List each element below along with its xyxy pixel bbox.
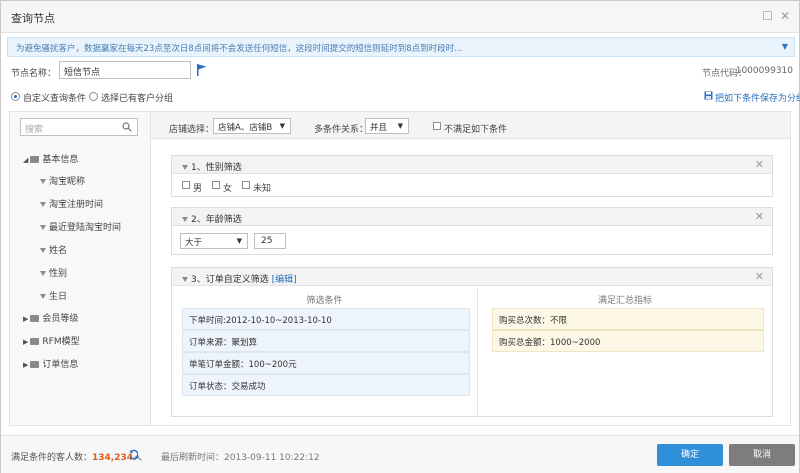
remove-filter-icon[interactable]: ✕	[755, 210, 764, 223]
confirm-button[interactable]: 确定	[657, 444, 723, 466]
column-divider	[477, 288, 478, 416]
save-as-group-link[interactable]: 把如下条件保存为分组	[715, 91, 800, 104]
filter-icon	[40, 179, 46, 184]
filter-icon	[40, 271, 46, 276]
expand-triangle-icon[interactable]: ▶	[23, 338, 28, 346]
refresh-icon[interactable]	[129, 449, 139, 460]
tree-item-nickname[interactable]: 淘宝昵称	[40, 174, 85, 187]
custom-condition-radio[interactable]	[11, 92, 20, 101]
customer-count-value: 134,234	[92, 453, 134, 463]
conditions-header: 筛选条件	[306, 296, 343, 306]
tree-group-member-level[interactable]: ▶ 会员等级	[23, 311, 78, 324]
node-name-label: 节点名称：	[11, 69, 57, 79]
condition-row: 订单状态：交易成功	[182, 374, 470, 396]
filter-header: 1、性别筛选 ✕	[172, 156, 772, 174]
node-code-value: 1000099310	[735, 66, 793, 76]
tree-group-rfm[interactable]: ▶ RFM模型	[23, 334, 80, 347]
remove-filter-icon[interactable]: ✕	[755, 158, 764, 171]
existing-group-label[interactable]: 选择已有客户分组	[101, 91, 173, 104]
expand-triangle-icon[interactable]: ▶	[23, 315, 28, 323]
filter-age-box: 2、年龄筛选 ✕ 大于 ▼ 25	[171, 207, 773, 255]
customer-count: 满足条件的客人数：134,234人	[11, 453, 142, 463]
shop-select-label: 店铺选择：	[169, 125, 215, 135]
filter-icon	[182, 165, 188, 170]
gender-unknown-checkbox[interactable]	[242, 181, 250, 189]
filter-header: 3、订单自定义筛选 [编辑] ✕	[172, 268, 772, 286]
filter-icon	[182, 277, 188, 282]
filter-title: 2、年龄筛选	[182, 212, 242, 225]
gender-male-label[interactable]: 男	[193, 181, 202, 194]
metric-row: 购买总金额：1000~2000	[492, 330, 764, 352]
flag-icon[interactable]	[197, 64, 207, 76]
condition-row: 下单时间:2012-10-10~2013-10-10	[182, 308, 470, 330]
filter-icon	[40, 225, 46, 230]
filter-icon	[182, 217, 188, 222]
dropdown-caret-icon: ▼	[236, 237, 242, 245]
title-bar: 查询节点 ☐ ✕	[1, 1, 799, 33]
filter-gender-box: 1、性别筛选 ✕ 男 女 未知	[171, 155, 773, 197]
age-value-input[interactable]: 25	[254, 233, 286, 249]
collapse-triangle-icon[interactable]: ◢	[23, 156, 28, 164]
relation-label: 多条件关系：	[314, 125, 369, 135]
gender-unknown-label[interactable]: 未知	[253, 181, 271, 194]
search-input[interactable]: 搜索	[20, 118, 138, 136]
expand-triangle-icon[interactable]: ▶	[23, 361, 28, 369]
filter-icon	[40, 248, 46, 253]
remove-filter-icon[interactable]: ✕	[755, 270, 764, 283]
tree-group-order[interactable]: ▶ 订单信息	[23, 357, 78, 370]
dialog-title: 查询节点	[11, 12, 55, 25]
metric-row: 购买总次数：不限	[492, 308, 764, 330]
gender-male-checkbox[interactable]	[182, 181, 190, 189]
edit-filter-link[interactable]: [编辑]	[272, 275, 297, 285]
filter-icon	[40, 202, 46, 207]
filter-header: 2、年龄筛选 ✕	[172, 208, 772, 226]
condition-toolbar: 店铺选择： 店铺A、店铺B ▼ 多条件关系： 并且 ▼ 不满足如下条件	[151, 111, 791, 139]
age-operator-select[interactable]: 大于 ▼	[180, 233, 248, 249]
search-icon[interactable]	[122, 122, 132, 132]
negate-checkbox[interactable]	[433, 122, 441, 130]
filter-title: 1、性别筛选	[182, 160, 242, 173]
folder-icon	[30, 361, 40, 368]
notice-bar: 为避免骚扰客户，数据赢家在每天23点至次日8点间将不会发送任何短信，这段时间提交…	[7, 37, 795, 57]
save-icon[interactable]	[704, 91, 713, 100]
query-node-dialog: 查询节点 ☐ ✕ 为避免骚扰客户，数据赢家在每天23点至次日8点间将不会发送任何…	[0, 0, 800, 473]
shop-select[interactable]: 店铺A、店铺B ▼	[213, 118, 291, 134]
existing-group-radio[interactable]	[89, 92, 98, 101]
notice-text: 为避免骚扰客户，数据赢家在每天23点至次日8点间将不会发送任何短信，这段时间提交…	[16, 44, 463, 54]
field-tree-panel: 搜索 ◢ 基本信息 淘宝昵称 淘宝注册时间 最近登陆淘宝时间 姓名 性别 生日 ▶…	[9, 111, 151, 426]
folder-icon	[30, 338, 40, 345]
maximize-icon[interactable]: ☐	[762, 9, 773, 23]
folder-icon	[30, 315, 40, 322]
tree-item-gender[interactable]: 性别	[40, 266, 67, 279]
tree-item-last-login[interactable]: 最近登陆淘宝时间	[40, 220, 121, 233]
gender-female-label[interactable]: 女	[223, 181, 232, 194]
tree-item-name[interactable]: 姓名	[40, 243, 67, 256]
node-name-input[interactable]: 短信节点	[59, 61, 191, 79]
metrics-header: 满足汇总指标	[597, 296, 652, 306]
dropdown-caret-icon: ▼	[397, 122, 403, 130]
filter-icon	[40, 294, 46, 299]
tree-item-birthday[interactable]: 生日	[40, 289, 67, 302]
condition-row: 单笔订单金额：100~200元	[182, 352, 470, 374]
filter-title: 3、订单自定义筛选 [编辑]	[182, 272, 297, 285]
relation-select[interactable]: 并且 ▼	[365, 118, 409, 134]
dialog-footer: 满足条件的客人数：134,234人 最后刷新时间：2013-09-11 10:2…	[1, 435, 799, 473]
folder-icon	[30, 156, 40, 163]
last-refresh: 最后刷新时间：2013-09-11 10:22:12	[161, 453, 320, 463]
expand-notice-icon[interactable]: ▼	[782, 42, 788, 51]
gender-female-checkbox[interactable]	[212, 181, 220, 189]
tree-group-basic[interactable]: ◢ 基本信息	[23, 152, 78, 165]
filter-order-box: 3、订单自定义筛选 [编辑] ✕ 筛选条件 满足汇总指标 下单时间:2012-1…	[171, 267, 773, 417]
dropdown-caret-icon: ▼	[279, 122, 285, 130]
condition-row: 订单来源：聚划算	[182, 330, 470, 352]
custom-condition-label[interactable]: 自定义查询条件	[23, 91, 86, 104]
negate-label[interactable]: 不满足如下条件	[444, 122, 507, 135]
tree-item-register-time[interactable]: 淘宝注册时间	[40, 197, 103, 210]
cancel-button[interactable]: 取消	[729, 444, 795, 466]
close-icon[interactable]: ✕	[780, 9, 790, 23]
